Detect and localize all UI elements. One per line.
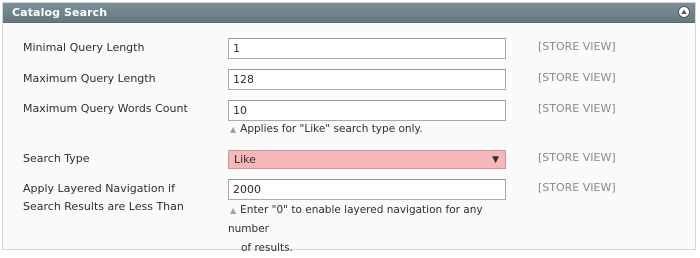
apply-layered-navigation-label-line2: Search Results are Less Than (23, 200, 184, 213)
panel-header[interactable]: Catalog Search (3, 3, 695, 23)
apply-layered-navigation-label-line1: Apply Layered Navigation if (23, 182, 175, 195)
maximum-query-words-count-input[interactable]: 10 (228, 100, 506, 121)
scope-label: [STORE VIEW] (538, 40, 616, 53)
chevron-up-icon (681, 9, 687, 14)
scope-label: [STORE VIEW] (538, 181, 616, 194)
maximum-query-length-input[interactable]: 128 (228, 69, 506, 90)
note-triangle-icon: ▲ (230, 206, 237, 215)
maximum-query-words-count-label: Maximum Query Words Count (23, 102, 188, 115)
field-note: ▲ Enter "0" to enable layered navigation … (228, 204, 483, 254)
minimal-query-length-label: Minimal Query Length (23, 41, 145, 54)
panel-title: Catalog Search (12, 6, 108, 19)
minimal-query-length-input[interactable]: 1 (228, 38, 506, 59)
collapse-button[interactable] (678, 6, 690, 18)
dropdown-arrow-icon: ▼ (492, 155, 499, 165)
search-type-label: Search Type (23, 152, 90, 165)
maximum-query-length-label: Maximum Query Length (23, 72, 156, 85)
catalog-search-panel: Catalog Search Minimal Query Length 1 [S… (2, 2, 696, 254)
scope-label: [STORE VIEW] (538, 102, 616, 115)
scope-label: [STORE VIEW] (538, 71, 616, 84)
apply-layered-navigation-input[interactable]: 2000 (228, 179, 506, 200)
scope-label: [STORE VIEW] (538, 151, 616, 164)
note-triangle-icon: ▲ (230, 125, 237, 134)
search-type-select[interactable]: Like ▼ (228, 150, 506, 169)
field-note: ▲ Applies for "Like" search type only. (230, 123, 423, 135)
